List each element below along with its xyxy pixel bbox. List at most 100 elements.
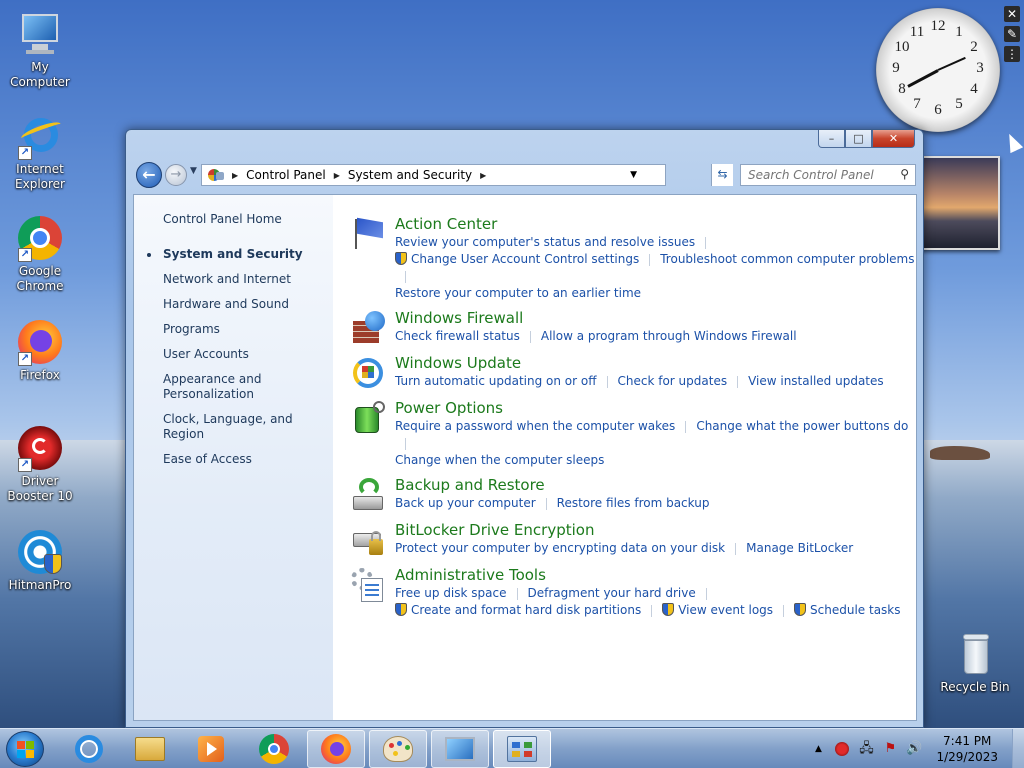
nav-network-and-internet[interactable]: Network and Internet — [134, 269, 333, 290]
link-view-event-logs[interactable]: View event logs — [678, 602, 773, 619]
desktop-icon-driver-booster[interactable]: ↗ Driver Booster 10 — [0, 424, 80, 504]
refresh-button[interactable]: ⇆ — [711, 164, 733, 186]
link-troubleshoot[interactable]: Troubleshoot common computer problems — [660, 251, 914, 268]
close-icon[interactable]: ✕ — [1004, 6, 1020, 22]
link-auto-updating[interactable]: Turn automatic updating on or off — [395, 373, 597, 390]
start-button[interactable] — [6, 731, 44, 767]
network-icon[interactable]: 🖧 — [857, 740, 875, 758]
nav-programs[interactable]: Programs — [134, 319, 333, 340]
nav-appearance-and-personalization[interactable]: Appearance and Personalization — [134, 369, 333, 405]
taskbar-firefox[interactable] — [307, 730, 365, 768]
breadcrumb-control-panel[interactable]: Control Panel — [246, 168, 326, 182]
divider — [685, 420, 687, 433]
address-dropdown-icon[interactable]: ▼ — [630, 170, 637, 180]
link-restore-computer[interactable]: Restore your computer to an earlier time — [395, 285, 641, 302]
shortcut-arrow-icon: ↗ — [18, 352, 32, 366]
close-button[interactable]: ✕ — [872, 130, 915, 148]
link-create-partitions[interactable]: Create and format hard disk partitions — [411, 602, 641, 619]
desktop-icon-recycle-bin[interactable]: Recycle Bin — [935, 630, 1015, 695]
category-title[interactable]: Windows Firewall — [395, 309, 797, 328]
desktop-icon-google-chrome[interactable]: ↗ Google Chrome — [0, 214, 80, 294]
category-title[interactable]: Administrative Tools — [395, 566, 901, 585]
divider — [737, 375, 739, 388]
desktop-icon-hitmanpro[interactable]: HitmanPro — [0, 528, 80, 593]
search-input[interactable] — [741, 165, 891, 185]
control-panel-icon — [507, 736, 537, 762]
link-protect-computer[interactable]: Protect your computer by encrypting data… — [395, 540, 725, 557]
desktop-icon-label: Firefox — [20, 368, 60, 382]
category-backup-and-restore: Backup and Restore Back up your computer… — [351, 476, 916, 514]
nav-system-and-security[interactable]: System and Security — [134, 244, 333, 265]
taskbar-chrome[interactable] — [245, 730, 303, 768]
hitmanpro-icon — [16, 528, 64, 576]
internet-explorer-icon: ↗ — [16, 112, 64, 160]
control-panel-icon — [208, 168, 226, 182]
taskbar-paint[interactable] — [369, 730, 427, 768]
driver-booster-icon: ↗ — [16, 424, 64, 472]
show-hidden-icons-icon[interactable]: ▲ — [809, 740, 827, 758]
category-action-center: Action Center Review your computer's sta… — [351, 215, 916, 302]
uac-shield-icon — [794, 603, 807, 616]
link-free-disk-space[interactable]: Free up disk space — [395, 585, 507, 602]
control-panel-window[interactable]: – □ ✕ ← → ▼ ▶ Control Panel ▶ System and… — [125, 129, 924, 728]
maximize-button[interactable]: □ — [845, 130, 872, 148]
slideshow-gadget[interactable] — [920, 156, 1000, 250]
link-back-up[interactable]: Back up your computer — [395, 495, 536, 512]
link-computer-sleeps[interactable]: Change when the computer sleeps — [395, 452, 604, 469]
category-title[interactable]: BitLocker Drive Encryption — [395, 521, 853, 540]
refresh-icon: ⇆ — [717, 167, 728, 181]
taskbar-control-panel[interactable] — [493, 730, 551, 768]
recent-pages-dropdown[interactable]: ▼ — [190, 166, 197, 176]
nav-hardware-and-sound[interactable]: Hardware and Sound — [134, 294, 333, 315]
desktop-icon-label: Google Chrome — [16, 264, 64, 293]
action-center-flag-icon[interactable]: ⚑ — [881, 740, 899, 758]
link-restore-files[interactable]: Restore files from backup — [557, 495, 710, 512]
category-title[interactable]: Windows Update — [395, 354, 884, 373]
category-title[interactable]: Action Center — [395, 215, 916, 234]
taskbar-media-player[interactable] — [182, 730, 240, 768]
breadcrumb-separator-icon[interactable]: ▶ — [334, 171, 340, 180]
link-require-password[interactable]: Require a password when the computer wak… — [395, 418, 675, 435]
taskbar-internet-explorer[interactable] — [60, 730, 118, 768]
nav-control-panel-home[interactable]: Control Panel Home — [134, 209, 333, 230]
minimize-button[interactable]: – — [818, 130, 845, 148]
breadcrumb-separator-icon[interactable]: ▶ — [232, 171, 238, 180]
nav-ease-of-access[interactable]: Ease of Access — [134, 449, 333, 470]
clock-number: 6 — [934, 102, 942, 118]
taskbar-file-explorer[interactable] — [121, 730, 179, 768]
link-power-buttons[interactable]: Change what the power buttons do — [696, 418, 908, 435]
link-manage-bitlocker[interactable]: Manage BitLocker — [746, 540, 853, 557]
desktop-icon-my-computer[interactable]: My Computer — [0, 10, 80, 90]
category-title[interactable]: Power Options — [395, 399, 916, 418]
drag-handle-icon[interactable]: ⋮ — [1004, 46, 1020, 62]
back-button[interactable]: ← — [136, 162, 162, 188]
desktop-icon-internet-explorer[interactable]: ↗ Internet Explorer — [0, 112, 80, 192]
clock-number: 3 — [976, 60, 984, 76]
breadcrumb-system-and-security[interactable]: System and Security — [348, 168, 472, 182]
wrench-icon[interactable]: ✎ — [1004, 26, 1020, 42]
taskbar-remote-desktop[interactable] — [431, 730, 489, 768]
volume-icon[interactable]: 🔊 — [905, 740, 923, 758]
clock-gadget[interactable]: 12 1 2 3 4 5 6 7 8 9 10 11 — [876, 8, 1000, 132]
link-review-status[interactable]: Review your computer's status and resolv… — [395, 234, 695, 251]
show-desktop-button[interactable] — [1012, 729, 1024, 768]
link-view-installed-updates[interactable]: View installed updates — [748, 373, 884, 390]
address-bar[interactable]: ▶ Control Panel ▶ System and Security ▶ … — [201, 164, 666, 186]
divider — [405, 437, 406, 450]
driver-booster-tray-icon[interactable] — [833, 740, 851, 758]
link-schedule-tasks[interactable]: Schedule tasks — [810, 602, 900, 619]
shortcut-arrow-icon: ↗ — [18, 248, 32, 262]
link-allow-program[interactable]: Allow a program through Windows Firewall — [541, 328, 797, 345]
nav-user-accounts[interactable]: User Accounts — [134, 344, 333, 365]
taskbar-clock[interactable]: 7:41 PM 1/29/2023 — [936, 733, 998, 765]
forward-button[interactable]: → — [165, 164, 187, 186]
nav-clock-language-region[interactable]: Clock, Language, and Region — [134, 409, 333, 445]
category-title[interactable]: Backup and Restore — [395, 476, 709, 495]
link-defragment[interactable]: Defragment your hard drive — [528, 585, 696, 602]
breadcrumb-separator-icon[interactable]: ▶ — [480, 171, 486, 180]
link-check-updates[interactable]: Check for updates — [618, 373, 728, 390]
search-icon[interactable]: ⚲ — [900, 167, 909, 181]
link-change-uac[interactable]: Change User Account Control settings — [411, 251, 639, 268]
link-check-firewall[interactable]: Check firewall status — [395, 328, 520, 345]
desktop-icon-firefox[interactable]: ↗ Firefox — [0, 318, 80, 383]
